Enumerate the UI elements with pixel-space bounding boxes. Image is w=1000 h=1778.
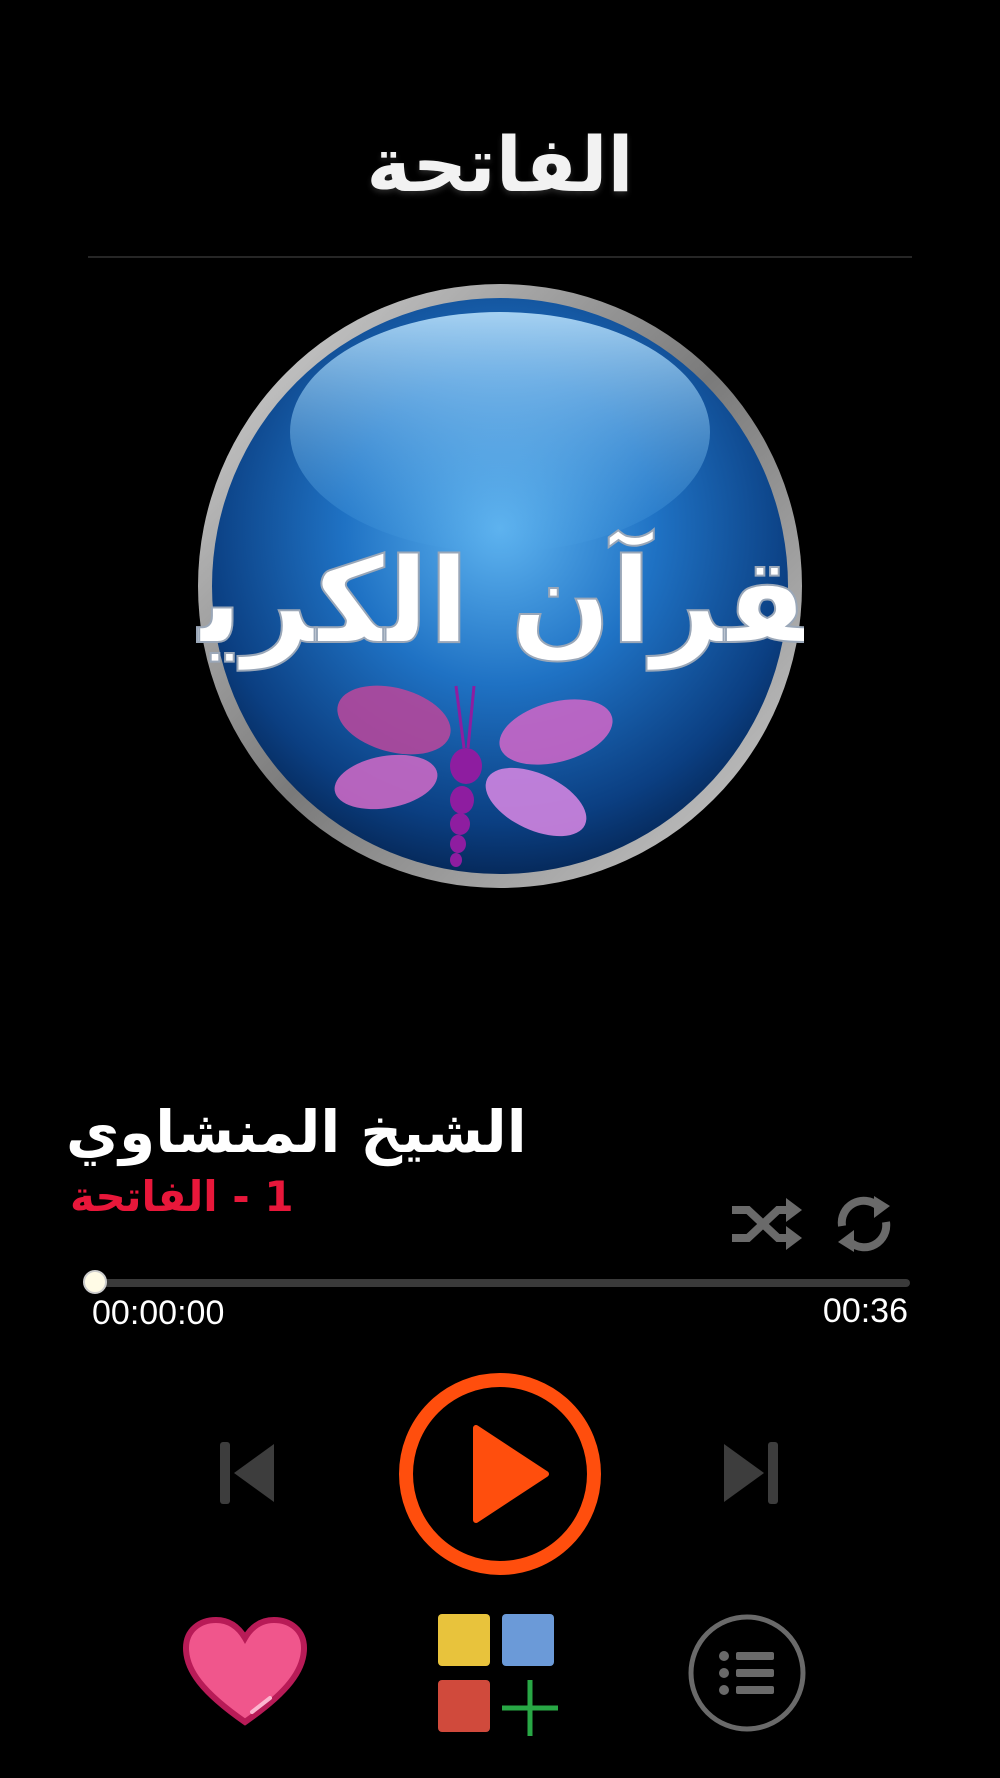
- seek-thumb[interactable]: [83, 1270, 107, 1294]
- playlist-icon[interactable]: [686, 1612, 808, 1734]
- title-divider: [88, 256, 912, 258]
- seek-bar[interactable]: [96, 1279, 910, 1287]
- player-screen: الفاتحة القرآن الكريم: [0, 0, 1000, 1778]
- skip-previous-icon[interactable]: [218, 1438, 278, 1508]
- track-title: 1 - الفاتحة: [70, 1172, 294, 1221]
- page-title: الفاتحة: [366, 120, 634, 209]
- total-time: 00:36: [822, 1292, 908, 1330]
- repeat-icon[interactable]: [832, 1194, 896, 1254]
- current-time: 00:00:00: [92, 1294, 225, 1332]
- reciter-name: الشيخ المنشاوي: [66, 1098, 527, 1166]
- heart-icon[interactable]: [182, 1616, 308, 1728]
- artwork-calligraphy: القرآن الكريم: [196, 529, 804, 671]
- shuffle-icon[interactable]: [728, 1194, 804, 1254]
- apps-grid-icon[interactable]: [436, 1612, 562, 1738]
- skip-next-icon[interactable]: [720, 1438, 780, 1508]
- play-button[interactable]: [398, 1372, 602, 1576]
- play-icon: [473, 1425, 549, 1523]
- album-artwork: القرآن الكريم: [196, 284, 804, 888]
